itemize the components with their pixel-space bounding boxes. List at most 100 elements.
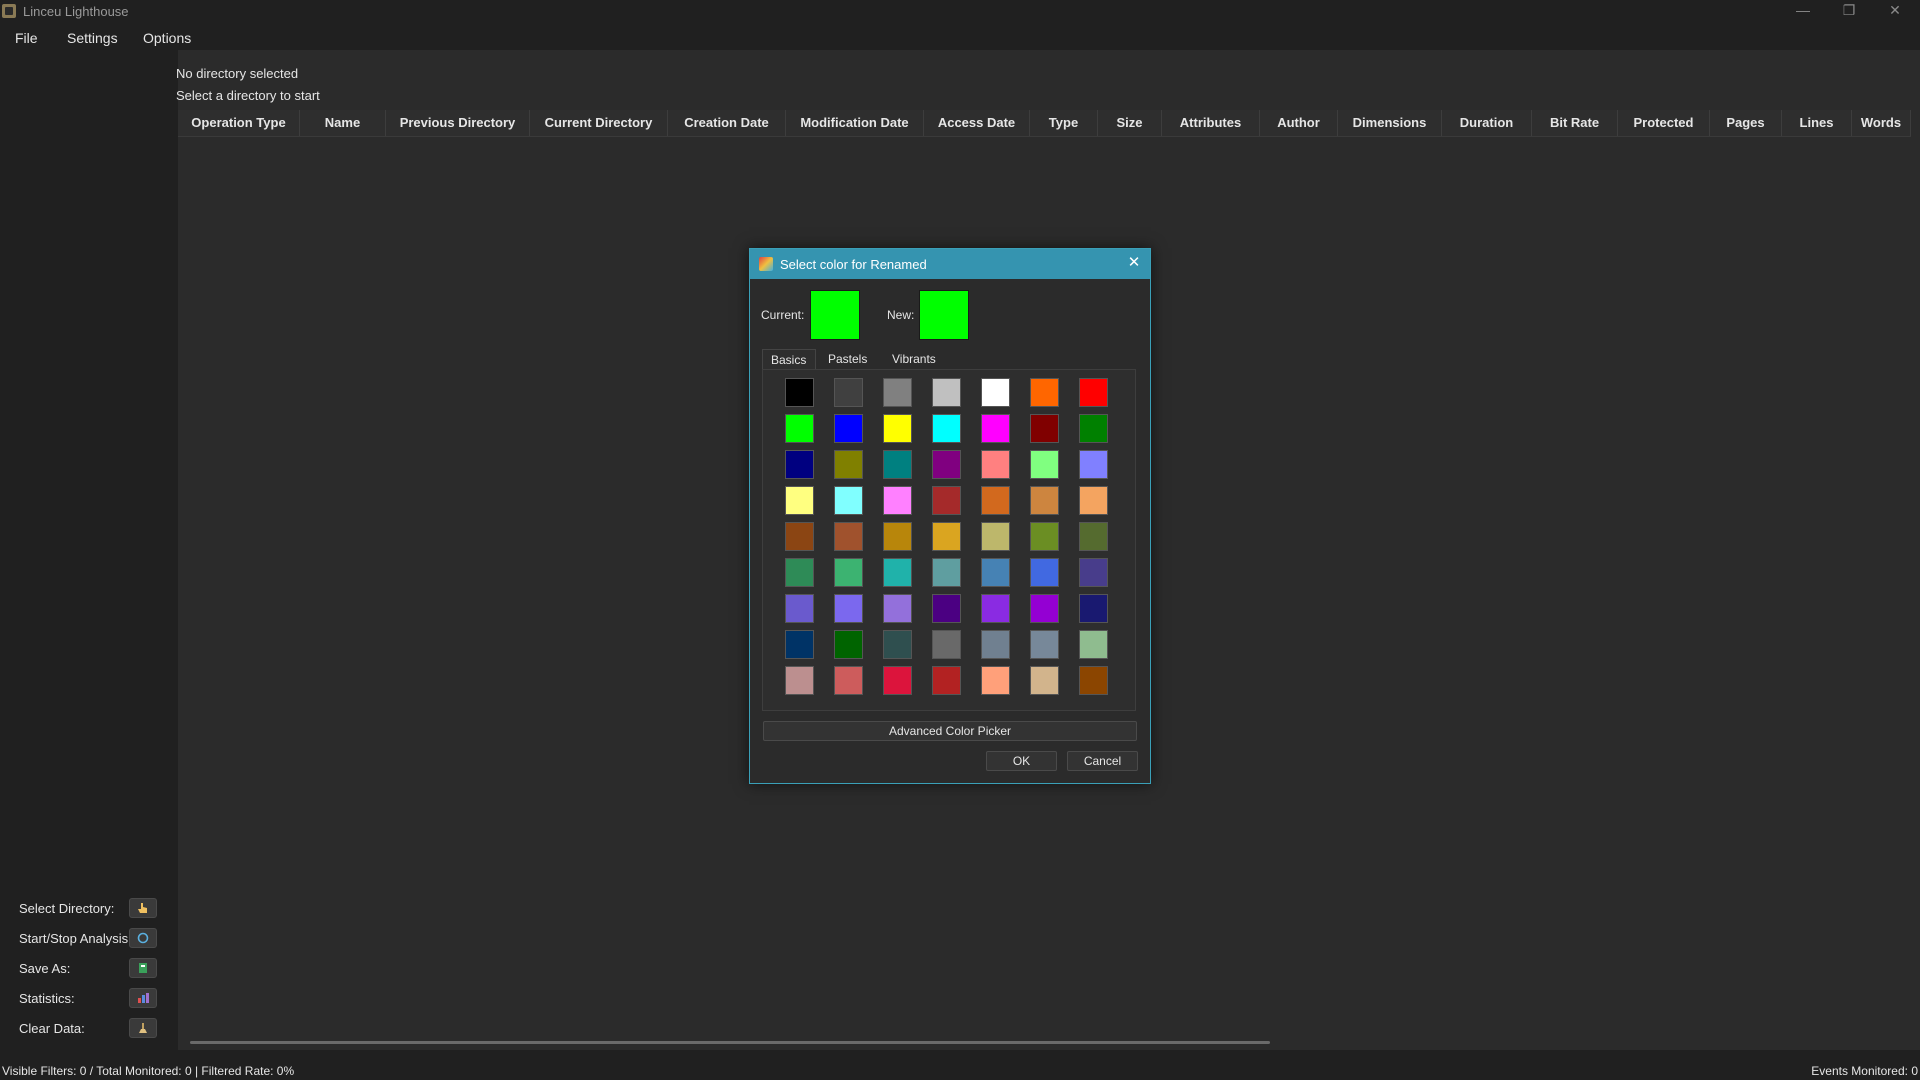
color-swatch[interactable] (981, 630, 1010, 659)
color-swatch[interactable] (785, 414, 814, 443)
color-swatch[interactable] (981, 486, 1010, 515)
color-swatch[interactable] (834, 378, 863, 407)
cancel-button[interactable]: Cancel (1067, 751, 1138, 771)
color-swatch[interactable] (932, 666, 961, 695)
color-swatch[interactable] (932, 522, 961, 551)
color-swatch[interactable] (1030, 594, 1059, 623)
tab-vibrants[interactable]: Vibrants (884, 349, 950, 369)
column-creation-date[interactable]: Creation Date (668, 110, 786, 136)
color-swatch[interactable] (981, 450, 1010, 479)
statistics-button[interactable] (129, 988, 157, 1008)
menu-options[interactable]: Options (143, 30, 191, 46)
color-swatch[interactable] (785, 378, 814, 407)
color-swatch[interactable] (883, 450, 912, 479)
color-swatch[interactable] (1030, 558, 1059, 587)
color-swatch[interactable] (834, 558, 863, 587)
column-access-date[interactable]: Access Date (924, 110, 1030, 136)
color-swatch[interactable] (883, 558, 912, 587)
color-swatch[interactable] (834, 450, 863, 479)
color-swatch[interactable] (1079, 666, 1108, 695)
color-swatch[interactable] (883, 630, 912, 659)
column-duration[interactable]: Duration (1442, 110, 1532, 136)
color-swatch[interactable] (785, 594, 814, 623)
column-type[interactable]: Type (1030, 110, 1098, 136)
column-protected[interactable]: Protected (1618, 110, 1710, 136)
column-bit-rate[interactable]: Bit Rate (1532, 110, 1618, 136)
color-swatch[interactable] (1079, 630, 1108, 659)
color-swatch[interactable] (1079, 450, 1108, 479)
color-swatch[interactable] (1079, 522, 1108, 551)
color-swatch[interactable] (1079, 378, 1108, 407)
color-swatch[interactable] (1079, 414, 1108, 443)
color-swatch[interactable] (932, 594, 961, 623)
color-swatch[interactable] (1079, 594, 1108, 623)
close-window-button[interactable]: ✕ (1872, 0, 1918, 22)
color-swatch[interactable] (1030, 450, 1059, 479)
clear-data-button[interactable] (129, 1018, 157, 1038)
column-words[interactable]: Words (1852, 110, 1911, 136)
color-swatch[interactable] (981, 594, 1010, 623)
color-swatch[interactable] (834, 522, 863, 551)
color-swatch[interactable] (932, 486, 961, 515)
color-swatch[interactable] (883, 486, 912, 515)
color-swatch[interactable] (981, 522, 1010, 551)
color-swatch[interactable] (1030, 522, 1059, 551)
color-swatch[interactable] (834, 630, 863, 659)
column-operation-type[interactable]: Operation Type (178, 110, 300, 136)
column-current-directory[interactable]: Current Directory (530, 110, 668, 136)
color-swatch[interactable] (981, 378, 1010, 407)
column-name[interactable]: Name (300, 110, 386, 136)
dialog-close-button[interactable]: ✕ (1124, 253, 1144, 273)
tab-basics[interactable]: Basics (762, 349, 816, 369)
color-swatch[interactable] (785, 522, 814, 551)
color-swatch[interactable] (981, 558, 1010, 587)
color-swatch[interactable] (834, 414, 863, 443)
color-swatch[interactable] (1030, 486, 1059, 515)
restore-button[interactable]: ❐ (1826, 0, 1872, 22)
select-directory-button[interactable] (129, 898, 157, 918)
color-swatch[interactable] (785, 486, 814, 515)
color-swatch[interactable] (981, 666, 1010, 695)
horizontal-scrollbar[interactable] (190, 1041, 1270, 1044)
minimize-button[interactable]: — (1780, 0, 1826, 22)
color-swatch[interactable] (981, 414, 1010, 443)
color-swatch[interactable] (834, 594, 863, 623)
menu-settings[interactable]: Settings (67, 30, 118, 46)
color-swatch[interactable] (932, 450, 961, 479)
start-stop-button[interactable] (129, 928, 157, 948)
column-author[interactable]: Author (1260, 110, 1338, 136)
advanced-color-picker-button[interactable]: Advanced Color Picker (763, 721, 1137, 741)
color-swatch[interactable] (785, 450, 814, 479)
color-swatch[interactable] (785, 558, 814, 587)
color-swatch[interactable] (834, 666, 863, 695)
column-size[interactable]: Size (1098, 110, 1162, 136)
color-swatch[interactable] (785, 666, 814, 695)
save-as-button[interactable] (129, 958, 157, 978)
tab-pastels[interactable]: Pastels (820, 349, 880, 369)
color-swatch[interactable] (834, 486, 863, 515)
color-swatch[interactable] (883, 414, 912, 443)
column-pages[interactable]: Pages (1710, 110, 1782, 136)
color-swatch[interactable] (1079, 558, 1108, 587)
color-swatch[interactable] (932, 414, 961, 443)
color-swatch[interactable] (883, 522, 912, 551)
color-swatch[interactable] (785, 630, 814, 659)
column-attributes[interactable]: Attributes (1162, 110, 1260, 136)
color-swatch[interactable] (932, 378, 961, 407)
color-swatch[interactable] (1030, 414, 1059, 443)
color-swatch[interactable] (932, 558, 961, 587)
color-swatch[interactable] (883, 666, 912, 695)
column-previous-directory[interactable]: Previous Directory (386, 110, 530, 136)
menu-file[interactable]: File (15, 30, 38, 46)
color-swatch[interactable] (1030, 630, 1059, 659)
color-swatch[interactable] (1030, 378, 1059, 407)
color-swatch[interactable] (883, 378, 912, 407)
ok-button[interactable]: OK (986, 751, 1057, 771)
column-dimensions[interactable]: Dimensions (1338, 110, 1442, 136)
column-modification-date[interactable]: Modification Date (786, 110, 924, 136)
color-swatch[interactable] (883, 594, 912, 623)
color-swatch[interactable] (1079, 486, 1108, 515)
color-swatch[interactable] (932, 630, 961, 659)
column-lines[interactable]: Lines (1782, 110, 1852, 136)
color-swatch[interactable] (1030, 666, 1059, 695)
